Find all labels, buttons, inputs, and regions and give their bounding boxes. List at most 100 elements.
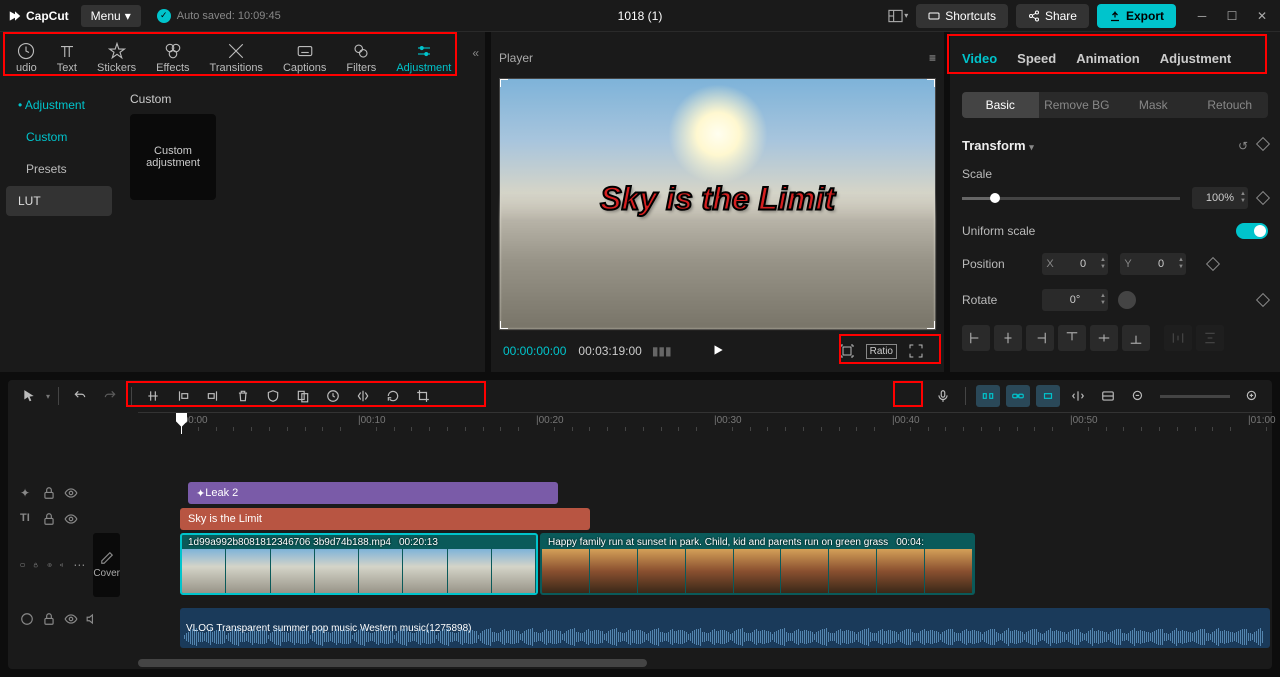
- zoom-out-button[interactable]: [1126, 385, 1150, 407]
- reset-icon[interactable]: ↺: [1238, 139, 1248, 153]
- text-clip[interactable]: Sky is the Limit: [180, 508, 590, 530]
- selection-corner-tl[interactable]: [500, 79, 508, 87]
- ratio-button[interactable]: Ratio: [866, 344, 897, 359]
- eye-icon[interactable]: [64, 512, 78, 526]
- sidebar-item-adjustment[interactable]: • Adjustment: [6, 90, 112, 120]
- play-button[interactable]: [711, 343, 725, 360]
- align-left[interactable]: [962, 325, 990, 351]
- video-clip-1[interactable]: 1d99a992b8081812346706 3b9d74b188.mp400:…: [180, 533, 538, 595]
- player-menu-icon[interactable]: ≡: [929, 51, 936, 65]
- track-menu-icon[interactable]: ⋯: [73, 558, 85, 572]
- tool-dropdown-icon[interactable]: ▾: [46, 392, 50, 401]
- tool-tab-stickers[interactable]: Stickers: [87, 38, 146, 78]
- timeline-settings-button[interactable]: [1096, 385, 1120, 407]
- sidebar-item-presets[interactable]: Presets: [6, 154, 112, 184]
- selection-corner-br[interactable]: [927, 321, 935, 329]
- scale-slider[interactable]: [962, 197, 1180, 200]
- sidebar-item-custom[interactable]: Custom: [6, 122, 112, 152]
- tool-tab-audio[interactable]: udio: [6, 38, 47, 78]
- split-tool[interactable]: [140, 384, 166, 408]
- custom-adjustment-thumb[interactable]: Custom adjustment: [130, 114, 216, 200]
- scale-value[interactable]: 100%▲▼: [1192, 187, 1248, 209]
- horizontal-scrollbar[interactable]: [138, 659, 1270, 667]
- align-top[interactable]: [1058, 325, 1086, 351]
- eye-icon[interactable]: [47, 558, 52, 572]
- position-x-input[interactable]: X0▲▼: [1042, 253, 1108, 275]
- zoom-slider[interactable]: [1160, 395, 1230, 398]
- align-center-h[interactable]: [994, 325, 1022, 351]
- maximize-button[interactable]: ☐: [1222, 6, 1242, 26]
- tool-tab-captions[interactable]: Captions: [273, 38, 336, 78]
- close-button[interactable]: ✕: [1252, 6, 1272, 26]
- inspector-tab-animation[interactable]: Animation: [1076, 51, 1140, 66]
- shield-tool[interactable]: [260, 384, 286, 408]
- rotate-value[interactable]: 0°▲▼: [1042, 289, 1108, 311]
- reverse-tool[interactable]: [320, 384, 346, 408]
- subtab-retouch[interactable]: Retouch: [1192, 92, 1269, 118]
- link-button[interactable]: [1006, 385, 1030, 407]
- levels-icon[interactable]: ▮▮▮: [652, 344, 672, 358]
- inspector-tab-video[interactable]: Video: [962, 51, 997, 66]
- sidebar-item-lut[interactable]: LUT: [6, 186, 112, 216]
- timeline-ruler[interactable]: |00:00|00:10|00:20|00:30|00:40|00:50|01:…: [138, 412, 1272, 434]
- preview-cut-button[interactable]: [1066, 385, 1090, 407]
- zoom-in-button[interactable]: [1240, 385, 1264, 407]
- lock-icon[interactable]: [42, 512, 56, 526]
- frame-icon[interactable]: [836, 340, 858, 362]
- cover-button[interactable]: Cover: [93, 533, 120, 597]
- inspector-tab-speed[interactable]: Speed: [1017, 51, 1056, 66]
- position-y-input[interactable]: Y0▲▼: [1120, 253, 1186, 275]
- mic-button[interactable]: [931, 385, 955, 407]
- selection-corner-bl[interactable]: [500, 321, 508, 329]
- inspector-tab-adjustment[interactable]: Adjustment: [1160, 51, 1232, 66]
- menu-button[interactable]: Menu ▾: [81, 5, 141, 27]
- tool-tab-effects[interactable]: Effects: [146, 38, 199, 78]
- crop-tool[interactable]: [410, 384, 436, 408]
- eye-icon[interactable]: [64, 612, 78, 626]
- keyframe-icon[interactable]: [1256, 136, 1270, 150]
- snap-button[interactable]: [1036, 385, 1060, 407]
- align-right[interactable]: [1026, 325, 1054, 351]
- align-center-v[interactable]: [1090, 325, 1118, 351]
- selection-tool[interactable]: [16, 384, 42, 408]
- subtab-removebg[interactable]: Remove BG: [1039, 92, 1116, 118]
- video-clip-2[interactable]: Happy family run at sunset in park. Chil…: [540, 533, 975, 595]
- magnet-button[interactable]: [976, 385, 1000, 407]
- tool-tab-adjustment[interactable]: Adjustment: [386, 38, 461, 78]
- subtab-mask[interactable]: Mask: [1115, 92, 1192, 118]
- position-keyframe[interactable]: [1206, 257, 1220, 271]
- uniform-scale-toggle[interactable]: [1236, 223, 1268, 239]
- subtab-basic[interactable]: Basic: [962, 92, 1039, 118]
- lock-icon[interactable]: [42, 486, 56, 500]
- lock-icon[interactable]: [33, 558, 38, 572]
- flip-button[interactable]: [1118, 291, 1136, 309]
- trim-right-tool[interactable]: [200, 384, 226, 408]
- redo-button[interactable]: [97, 384, 123, 408]
- tool-tab-transitions[interactable]: Transitions: [200, 38, 273, 78]
- shortcuts-button[interactable]: Shortcuts: [916, 4, 1008, 28]
- video-preview[interactable]: Sky is the Limit: [499, 78, 936, 330]
- fullscreen-button[interactable]: [905, 340, 927, 362]
- tracks[interactable]: ✦ Leak 2 Sky is the Limit 1d99a992b80818…: [138, 434, 1272, 669]
- trim-left-tool[interactable]: [170, 384, 196, 408]
- effect-clip[interactable]: ✦ Leak 2: [188, 482, 558, 504]
- tool-tab-text[interactable]: Text: [47, 38, 87, 78]
- tool-tab-filters[interactable]: Filters: [336, 38, 386, 78]
- align-bottom[interactable]: [1122, 325, 1150, 351]
- audio-clip[interactable]: VLOG Transparent summer pop music Wester…: [180, 608, 1270, 648]
- share-button[interactable]: Share: [1016, 4, 1089, 28]
- mute-icon[interactable]: [86, 612, 100, 626]
- undo-button[interactable]: [67, 384, 93, 408]
- duplicate-tool[interactable]: [290, 384, 316, 408]
- lock-icon[interactable]: [42, 612, 56, 626]
- layout-icon[interactable]: ▾: [888, 6, 908, 26]
- collapse-panel-button[interactable]: «: [472, 46, 479, 60]
- eye-icon[interactable]: [64, 486, 78, 500]
- scale-keyframe[interactable]: [1256, 191, 1270, 205]
- selection-corner-tr[interactable]: [927, 79, 935, 87]
- rotate-keyframe[interactable]: [1256, 293, 1270, 307]
- mute-icon[interactable]: [60, 558, 65, 572]
- delete-tool[interactable]: [230, 384, 256, 408]
- playhead[interactable]: [181, 413, 182, 434]
- mirror-tool[interactable]: [350, 384, 376, 408]
